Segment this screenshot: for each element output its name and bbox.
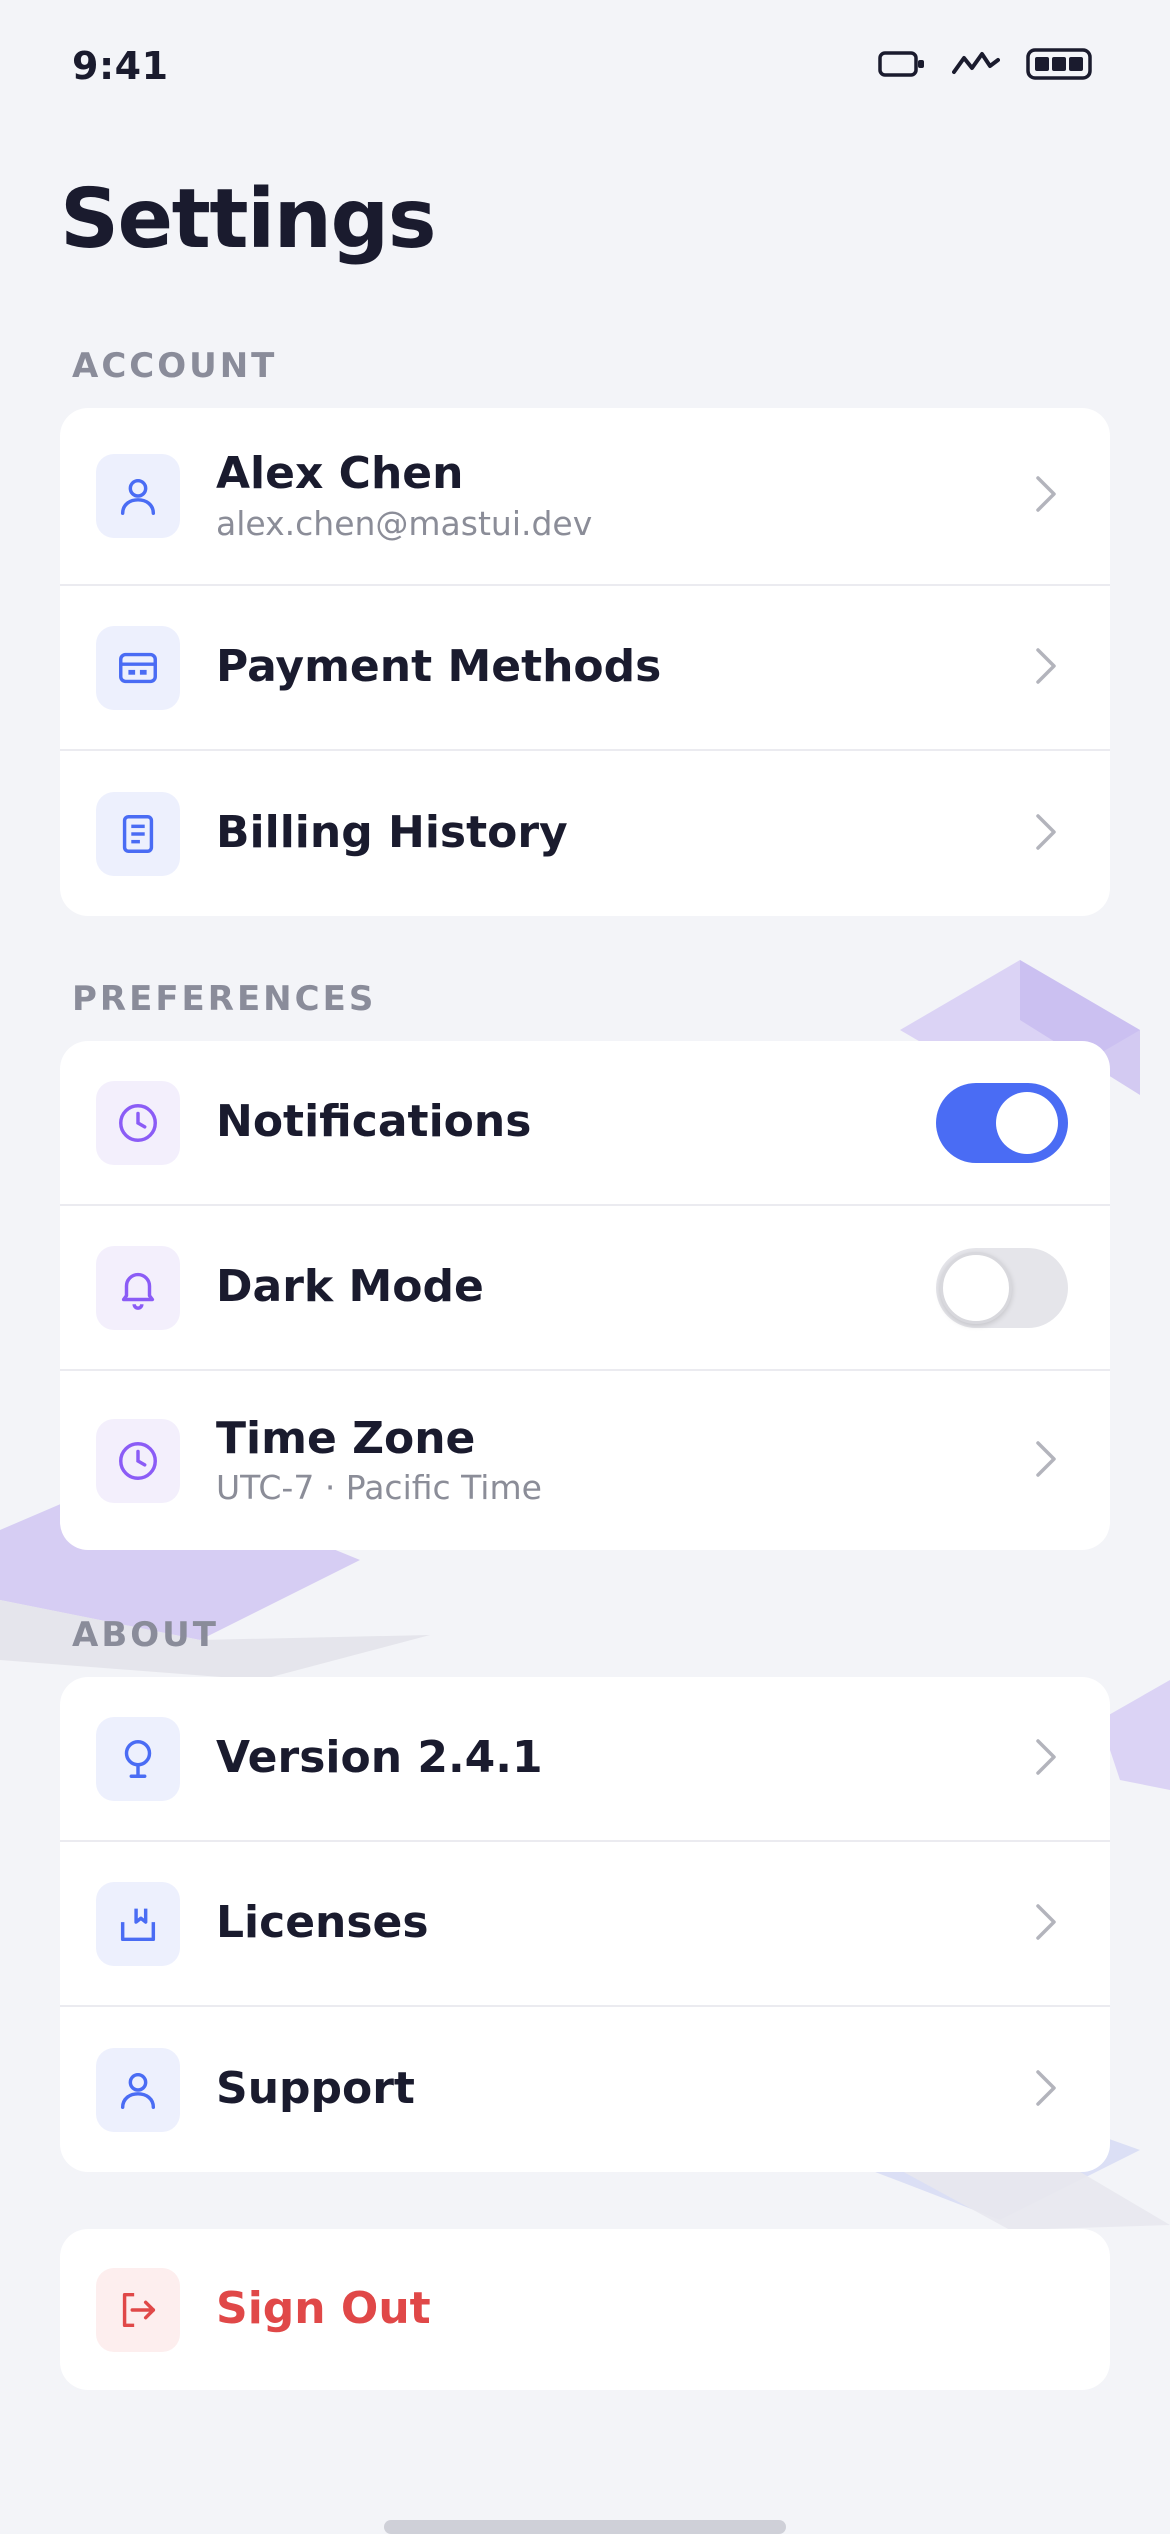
chevron-right-icon	[1034, 812, 1058, 856]
sign-out-card: Sign Out	[60, 2229, 1110, 2390]
billing-history-label: Billing History	[216, 807, 568, 859]
logout-icon	[96, 2267, 180, 2352]
signal-icon	[952, 50, 1000, 82]
toggle-knob	[996, 1091, 1058, 1154]
battery-icon	[1026, 48, 1092, 84]
status-time: 9:41	[72, 44, 169, 88]
sign-out-label: Sign Out	[216, 2283, 431, 2335]
version-label: Version 2.4.1	[216, 1732, 543, 1784]
sign-out-button[interactable]: Sign Out	[60, 2229, 1110, 2390]
toggle-knob	[940, 1251, 1012, 1324]
document-icon	[96, 791, 180, 876]
chevron-right-icon	[1034, 646, 1058, 690]
chevron-right-icon	[1034, 2068, 1058, 2112]
licenses-row[interactable]: Licenses	[60, 1842, 1110, 2007]
chevron-right-icon	[1034, 1902, 1058, 1946]
profile-email: alex.chen@mastui.dev	[216, 503, 593, 543]
chevron-right-icon	[1034, 474, 1058, 518]
time-zone-value: UTC-7 · Pacific Time	[216, 1468, 542, 1508]
license-icon	[96, 1881, 180, 1966]
notifications-label: Notifications	[216, 1096, 532, 1148]
about-card: Version 2.4.1 Licenses Support	[60, 1677, 1110, 2172]
clock-icon	[96, 1080, 180, 1165]
section-header-about: ABOUT	[72, 1615, 219, 1655]
time-zone-label: Time Zone	[216, 1412, 476, 1464]
bell-icon	[96, 1245, 180, 1330]
credit-card-icon	[96, 625, 180, 710]
dark-mode-toggle[interactable]	[936, 1247, 1068, 1328]
user-icon	[96, 454, 180, 538]
payment-methods-label: Payment Methods	[216, 641, 662, 693]
clock-icon	[96, 1418, 180, 1503]
notifications-toggle[interactable]	[936, 1082, 1068, 1163]
chevron-right-icon	[1034, 1737, 1058, 1781]
status-bar: 9:41	[0, 0, 1170, 140]
billing-history-row[interactable]: Billing History	[60, 751, 1110, 916]
lightbulb-icon	[96, 1716, 180, 1801]
battery-saver-icon	[878, 50, 926, 82]
support-row[interactable]: Support	[60, 2007, 1110, 2172]
status-icons	[878, 48, 1092, 84]
time-zone-row[interactable]: Time Zone UTC-7 · Pacific Time	[60, 1371, 1110, 1550]
version-row[interactable]: Version 2.4.1	[60, 1677, 1110, 1842]
profile-name: Alex Chen	[216, 448, 464, 500]
support-label: Support	[216, 2063, 415, 2115]
dark-mode-row[interactable]: Dark Mode	[60, 1206, 1110, 1371]
notifications-row[interactable]: Notifications	[60, 1041, 1110, 1206]
licenses-label: Licenses	[216, 1897, 429, 1949]
profile-row[interactable]: Alex Chen alex.chen@mastui.dev	[60, 408, 1110, 586]
user-icon	[96, 2047, 180, 2132]
section-header-account: ACCOUNT	[72, 346, 278, 386]
page-title: Settings	[60, 172, 437, 267]
dark-mode-label: Dark Mode	[216, 1261, 484, 1313]
section-header-preferences: PREFERENCES	[72, 979, 377, 1019]
preferences-card: Notifications Dark Mode Time Zone UTC-7 …	[60, 1041, 1110, 1550]
account-card: Alex Chen alex.chen@mastui.dev Payment M…	[60, 408, 1110, 916]
chevron-right-icon	[1034, 1439, 1058, 1483]
payment-methods-row[interactable]: Payment Methods	[60, 586, 1110, 751]
